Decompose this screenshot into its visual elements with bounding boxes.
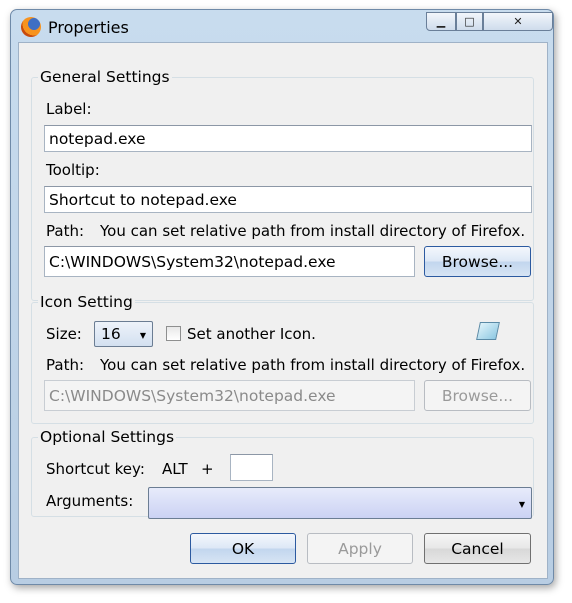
arguments-caption: Arguments:	[46, 492, 134, 510]
size-value: 16	[101, 325, 121, 343]
maximize-button[interactable]: □	[456, 12, 483, 31]
general-settings-heading: General Settings	[38, 68, 172, 86]
chevron-down-icon: ▼	[139, 331, 146, 340]
set-another-icon-checkbox[interactable]	[166, 326, 181, 341]
window-title: Properties	[48, 18, 129, 37]
tooltip-caption: Tooltip:	[46, 161, 100, 179]
cancel-button[interactable]: Cancel	[424, 533, 531, 564]
icon-path-input[interactable]: C:\WINDOWS\System32\notepad.exe	[44, 380, 415, 411]
file-preview-icon	[476, 322, 500, 340]
modifier-label: ALT	[162, 460, 188, 478]
dialog-client-area: General Settings Label: notepad.exe Tool…	[18, 42, 548, 579]
close-icon: ✕	[513, 15, 523, 28]
firefox-icon	[21, 17, 41, 37]
optional-settings-heading: Optional Settings	[38, 428, 177, 446]
label-caption: Label:	[46, 100, 92, 118]
optional-settings-group: Optional Settings Shortcut key: ALT + Ar…	[31, 428, 534, 519]
close-button[interactable]: ✕	[483, 12, 553, 31]
size-caption: Size:	[46, 325, 82, 343]
general-settings-group: General Settings Label: notepad.exe Tool…	[31, 68, 534, 301]
set-another-icon-label: Set another Icon.	[187, 325, 316, 343]
shortcut-key-input[interactable]	[230, 454, 273, 481]
apply-button[interactable]: Apply	[307, 533, 413, 564]
properties-window: Properties ▁ □ ✕ General Settings Label:…	[10, 9, 554, 585]
minimize-button[interactable]: ▁	[426, 12, 456, 31]
icon-path-caption: Path:	[46, 356, 85, 374]
maximize-icon: □	[464, 15, 475, 28]
label-input[interactable]: notepad.exe	[44, 125, 532, 152]
minimize-icon: ▁	[436, 15, 446, 28]
icon-setting-heading: Icon Setting	[38, 293, 135, 311]
chevron-down-icon: ▼	[518, 500, 525, 509]
title-bar[interactable]: Properties ▁ □ ✕	[11, 10, 553, 42]
icon-browse-button[interactable]: Browse...	[424, 380, 531, 411]
icon-setting-group: Icon Setting Size: 16 ▼ Set another Icon…	[31, 293, 534, 424]
plus-label: +	[201, 460, 214, 478]
ok-button[interactable]: OK	[190, 533, 296, 564]
icon-path-hint: You can set relative path from install d…	[100, 356, 526, 374]
path-caption: Path:	[46, 222, 85, 240]
size-select[interactable]: 16 ▼	[94, 321, 153, 347]
browse-button[interactable]: Browse...	[424, 246, 531, 277]
shortcut-key-caption: Shortcut key:	[46, 460, 145, 478]
arguments-combobox[interactable]: ▼	[148, 487, 532, 519]
path-input[interactable]: C:\WINDOWS\System32\notepad.exe	[44, 246, 415, 277]
path-hint: You can set relative path from install d…	[100, 222, 526, 240]
tooltip-input[interactable]: Shortcut to notepad.exe	[44, 186, 532, 213]
